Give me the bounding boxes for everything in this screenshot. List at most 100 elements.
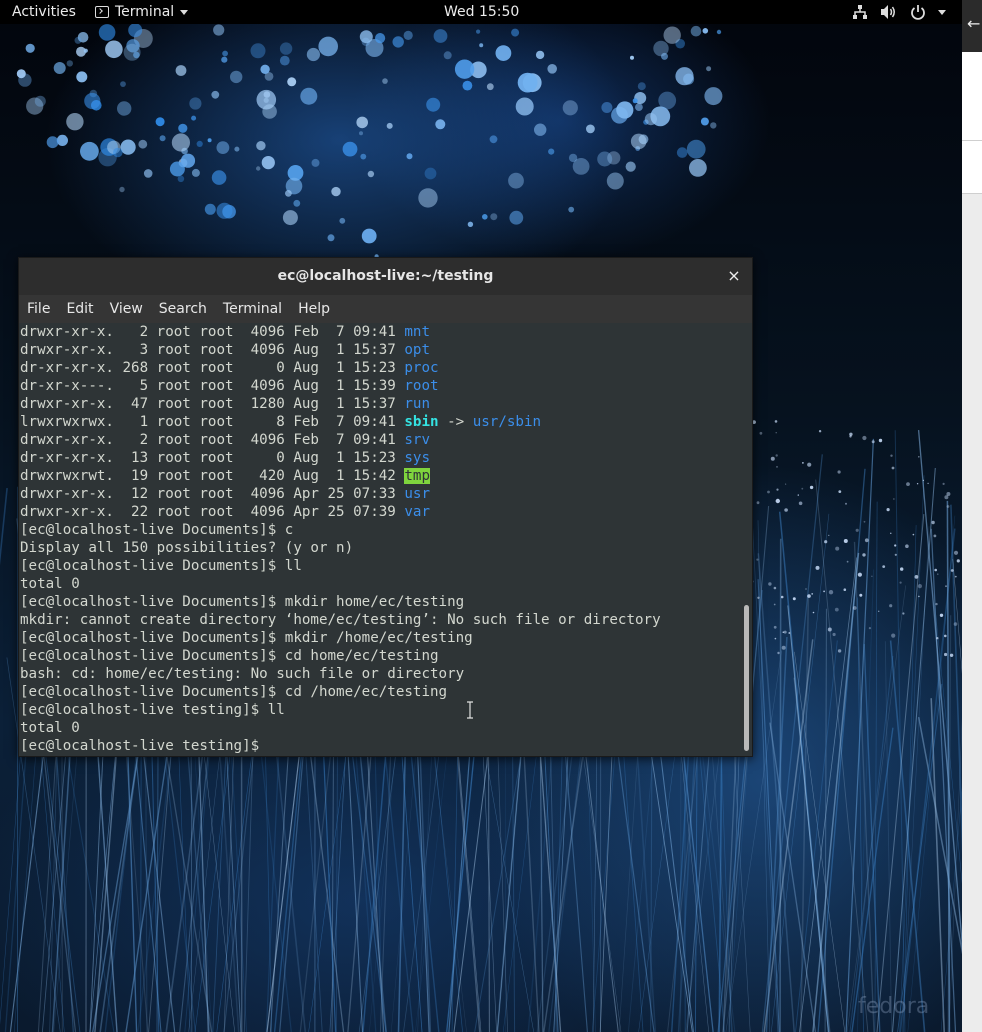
fiber-tip: [916, 483, 919, 485]
fiber-tip: [773, 586, 777, 590]
menu-help[interactable]: Help: [290, 295, 338, 323]
bokeh-dot: [508, 172, 524, 189]
bokeh-dot: [279, 42, 293, 55]
fiber-tip: [776, 466, 778, 468]
bokeh-dot: [386, 122, 393, 129]
menu-file[interactable]: File: [19, 295, 58, 323]
clock[interactable]: Wed 15:50: [444, 0, 519, 24]
bokeh-dot: [630, 55, 634, 60]
fiber-tip: [894, 544, 897, 547]
bokeh-dot: [359, 30, 373, 44]
file-name: sbin: [404, 414, 439, 430]
bokeh-dot: [16, 69, 26, 79]
fiber-tip: [828, 590, 834, 595]
bokeh-dot: [159, 135, 166, 142]
bokeh-dot: [84, 92, 101, 110]
bokeh-dot: [143, 169, 153, 178]
text-cursor-icon: [467, 701, 473, 719]
back-arrow-icon[interactable]: ←: [967, 14, 980, 34]
bokeh-dot: [230, 70, 243, 84]
menu-terminal[interactable]: Terminal: [215, 295, 290, 323]
file-name: srv: [404, 432, 430, 448]
file-name: opt: [404, 342, 430, 358]
fiber-strand: [899, 528, 956, 1032]
fiber-tip: [862, 435, 867, 441]
fiber-strand: [0, 488, 8, 566]
bokeh-dot: [287, 77, 297, 87]
close-button[interactable]: ×: [724, 266, 744, 286]
activities-button[interactable]: Activities: [12, 0, 76, 24]
scrollbar-thumb[interactable]: [744, 605, 749, 751]
fiber-tip: [767, 490, 770, 494]
bokeh-dot: [690, 25, 702, 37]
bokeh-dot: [632, 98, 638, 104]
bokeh-dot: [155, 117, 165, 127]
bokeh-dot: [462, 80, 473, 91]
bokeh-dot: [138, 139, 148, 149]
fiber-tip: [757, 596, 760, 599]
fiber-tip: [801, 487, 804, 490]
fiber-tip: [797, 494, 799, 496]
terminal-line: [ec@localhost-live Documents]$ mkdir /ho…: [20, 630, 473, 646]
fiber-tip: [775, 498, 780, 504]
fiber-tip: [768, 582, 772, 586]
terminal-screen[interactable]: drwxr-xr-x. 2 root root 4096 Feb 7 09:41…: [19, 323, 752, 756]
bokeh-dot: [467, 221, 474, 227]
window-title: ec@localhost-live:~/testing: [277, 268, 494, 284]
background-window-edge[interactable]: ←: [962, 0, 982, 1032]
bokeh-dot: [658, 91, 677, 110]
bokeh-dot: [178, 123, 188, 133]
system-tray[interactable]: [852, 0, 946, 24]
scrollbar[interactable]: [741, 323, 749, 756]
fiber-tip: [918, 595, 920, 598]
fiber-tip: [949, 653, 954, 657]
file-name: run: [404, 396, 430, 412]
fiber-tip: [780, 595, 784, 599]
fiber-tip: [812, 611, 815, 614]
fiber-tip: [871, 440, 875, 444]
fiber-tip: [777, 651, 780, 655]
terminal-window[interactable]: ec@localhost-live:~/testing × File Edit Vi…: [18, 257, 753, 757]
bokeh-dot: [191, 115, 197, 121]
bokeh-dot: [98, 24, 116, 41]
fiber-tip: [882, 565, 886, 568]
fiber-tip: [900, 567, 904, 571]
app-menu-button[interactable]: Terminal: [95, 0, 189, 24]
bokeh-dot: [435, 119, 446, 130]
bokeh-dot: [517, 72, 538, 93]
bokeh-dot: [704, 87, 723, 106]
bokeh-dot: [406, 153, 413, 160]
menu-search[interactable]: Search: [151, 295, 215, 323]
fiber-tip: [891, 633, 896, 638]
terminal-line: [ec@localhost-live testing]$ ll: [20, 702, 285, 718]
menu-edit[interactable]: Edit: [58, 295, 101, 323]
fiber-tip: [934, 568, 937, 572]
bokeh-dot: [175, 65, 187, 76]
fiber-tip: [894, 553, 897, 556]
window-titlebar[interactable]: ec@localhost-live:~/testing ×: [19, 258, 752, 296]
fiber-strand: [903, 525, 917, 1032]
fiber-tip: [862, 553, 866, 557]
fiber-tip: [917, 584, 923, 589]
fiber-tip: [937, 573, 939, 575]
fiber-strand: [894, 430, 906, 1032]
bokeh-dot: [630, 133, 647, 150]
bokeh-dot: [260, 64, 270, 75]
fiber-tip: [946, 505, 950, 508]
bokeh-dot: [53, 62, 66, 74]
bokeh-dot: [34, 95, 46, 107]
file-name: root: [404, 378, 439, 394]
menu-view[interactable]: View: [102, 295, 151, 323]
bokeh-dot: [548, 148, 555, 155]
fiber-tip: [756, 558, 759, 561]
bokeh-dot: [360, 153, 367, 160]
terminal-line: [ec@localhost-live Documents]$ cd home/e…: [20, 648, 439, 664]
bokeh-dot: [572, 158, 590, 175]
bokeh-dot: [339, 217, 346, 224]
bokeh-dot: [66, 113, 84, 131]
fiber-strand: [779, 538, 782, 1032]
fiber-tip: [776, 488, 779, 491]
fiber-tip: [792, 597, 796, 601]
bokeh-dot: [597, 151, 613, 167]
bokeh-dot: [120, 81, 126, 87]
